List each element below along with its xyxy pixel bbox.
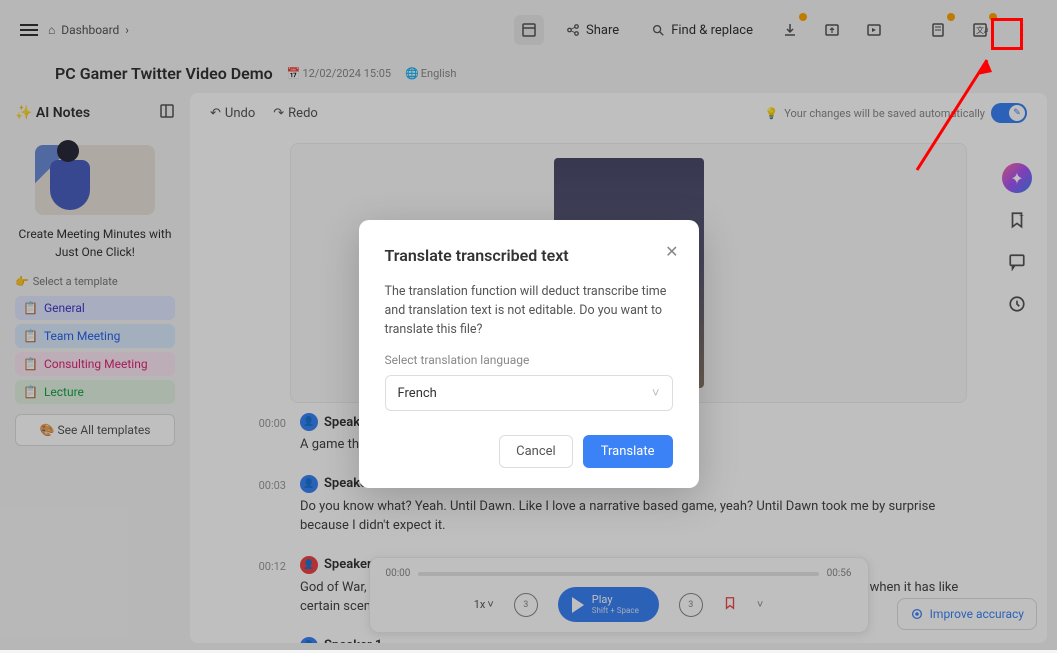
language-select[interactable]: French ˅ <box>385 375 673 411</box>
close-icon[interactable]: ✕ <box>665 242 678 261</box>
annotation-arrow <box>907 50 1007 180</box>
chevron-down-icon: ˅ <box>652 385 660 401</box>
translate-modal: ✕ Translate transcribed text The transla… <box>359 220 699 488</box>
modal-description: The translation function will deduct tra… <box>385 283 673 339</box>
annotation-highlight-box <box>991 18 1023 50</box>
translate-button[interactable]: Translate <box>583 435 673 468</box>
modal-select-label: Select translation language <box>385 353 673 367</box>
modal-title: Translate transcribed text <box>385 246 673 265</box>
cancel-button[interactable]: Cancel <box>499 435 573 468</box>
